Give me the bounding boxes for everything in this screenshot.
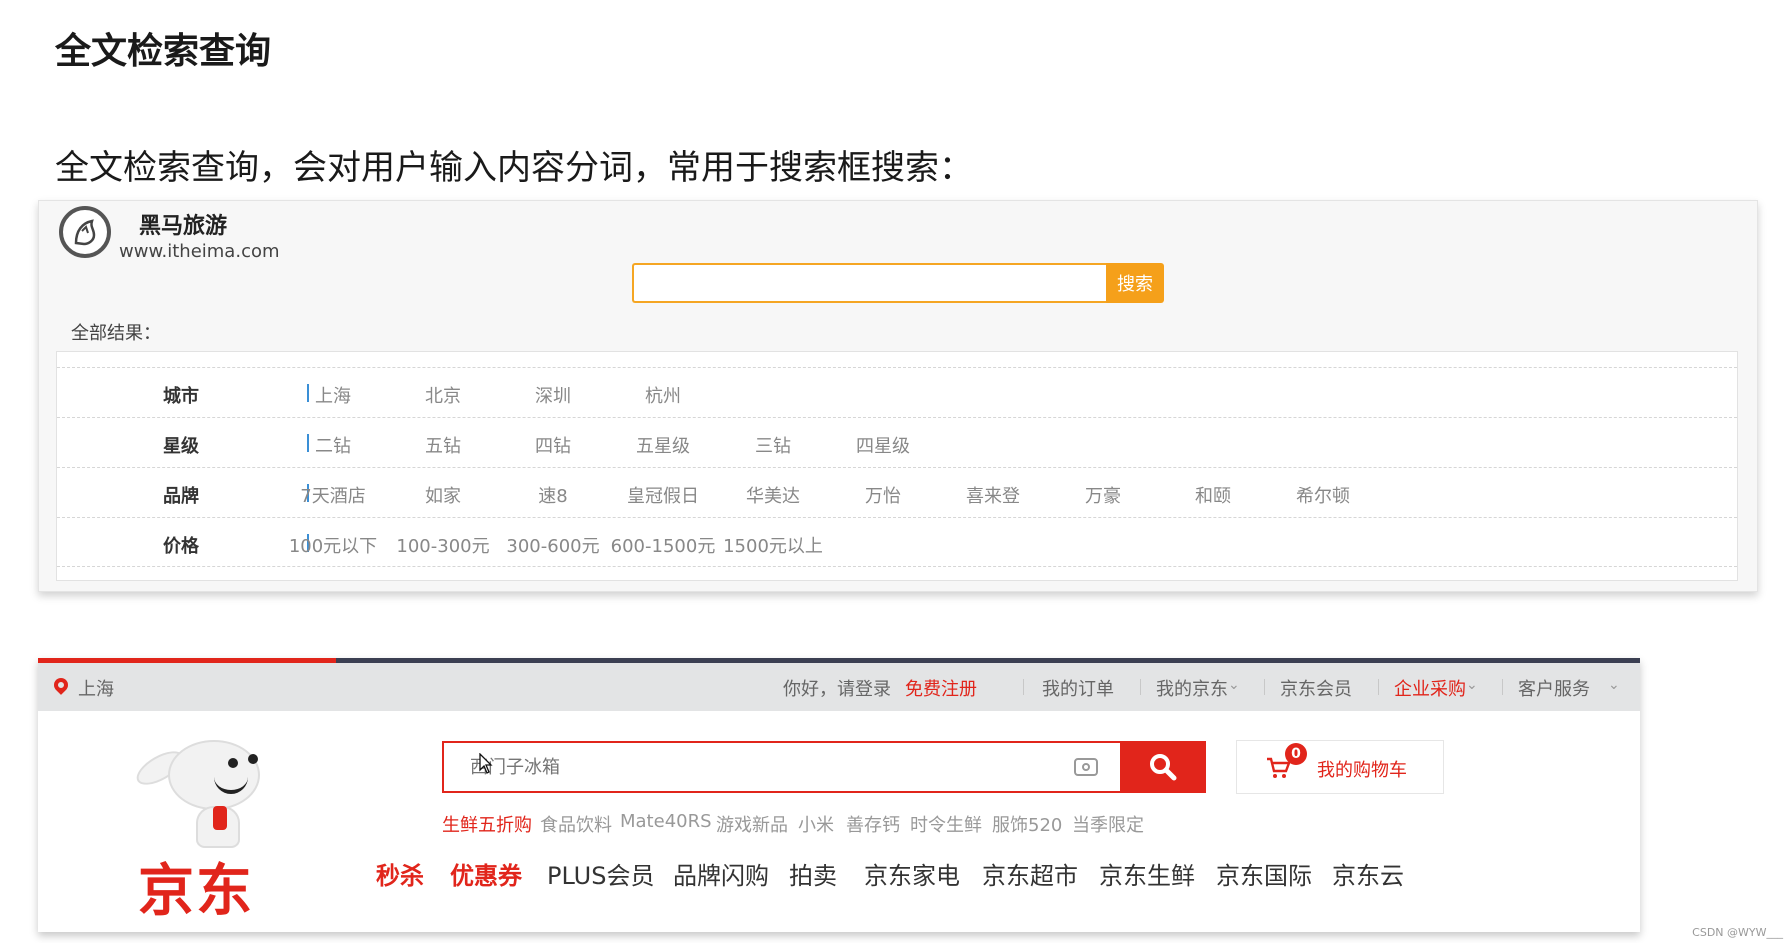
search-icon [1150,754,1177,781]
main-nav-item[interactable]: 京东生鲜 [1099,856,1195,891]
filter-option[interactable]: 300-600元 [498,532,608,558]
heima-search-button[interactable]: 搜索 [1106,263,1164,303]
jd-mascot-eye [228,758,238,768]
filter-option[interactable]: 二钻 [278,432,388,458]
divider [1378,679,1379,695]
main-nav-item[interactable]: 京东云 [1332,856,1404,891]
filter-option[interactable]: 希尔顿 [1268,482,1378,508]
hotword-link[interactable]: Mate40RS [620,811,712,832]
jd-logo[interactable]: 京东 [138,846,254,927]
filter-option[interactable]: 和颐 [1158,482,1268,508]
filter-option[interactable]: 五星级 [608,432,718,458]
hotword-link[interactable]: 时令生鲜 [910,811,982,837]
jd-vip-link[interactable]: 京东会员 [1280,675,1352,701]
filter-label: 价格 [163,536,199,557]
filter-option[interactable]: 三钻 [718,432,828,458]
main-nav-item[interactable]: 优惠券 [450,856,522,891]
filter-option[interactable]: 深圳 [498,382,608,408]
filter-label: 城市 [163,386,199,407]
jd-mascot-scarf [213,806,227,830]
divider [1023,679,1024,695]
filter-label: 品牌 [163,486,199,507]
hotword-link[interactable]: 小米 [798,811,834,837]
hotword-link[interactable]: 服饰520 [992,811,1062,837]
heima-url: www.itheima.com [119,241,280,262]
heima-search-panel: 黑马旅游 www.itheima.com 搜索 全部结果： 城市 上海 北京 深… [38,200,1758,592]
filter-row-price: 价格 100元以下 100-300元 300-600元 600-1500元 15… [57,517,1737,567]
filter-option[interactable]: 上海 [278,382,388,408]
filter-option[interactable]: 如家 [388,482,498,508]
divider [1140,679,1141,695]
page-title: 全文检索查询 [55,31,272,72]
filter-label: 星级 [163,436,199,457]
jd-search-button[interactable] [1120,741,1206,793]
filter-option[interactable]: 600-1500元 [608,532,718,558]
register-link[interactable]: 免费注册 [905,675,977,701]
hotword-link[interactable]: 游戏新品 [716,811,788,837]
login-link[interactable]: 你好，请登录 [783,675,891,701]
main-nav-item[interactable]: 京东国际 [1216,856,1312,891]
hotword-link[interactable]: 生鲜五折购 [442,811,532,837]
cart-count-badge: 0 [1285,743,1307,765]
divider [1264,679,1265,695]
filter-option[interactable]: 四钻 [498,432,608,458]
shopping-cart-button[interactable]: 0 我的购物车 [1236,740,1444,794]
filter-option[interactable]: 皇冠假日 [608,482,718,508]
filter-option[interactable]: 杭州 [608,382,718,408]
main-nav-item[interactable]: 拍卖 [789,856,837,891]
filter-option[interactable]: 华美达 [718,482,828,508]
heima-brand-name: 黑马旅游 [139,214,228,239]
filter-option[interactable]: 速8 [498,482,608,508]
camera-icon[interactable] [1074,758,1098,776]
location-pin-icon [51,675,71,695]
results-label: 全部结果： [71,323,161,344]
my-orders-link[interactable]: 我的订单 [1042,675,1114,701]
filter-option[interactable]: 7天酒店 [278,482,388,508]
main-nav-item[interactable]: 品牌闪购 [673,856,769,891]
jd-search-input[interactable] [442,741,1120,793]
watermark: CSDN @WYW___ [1692,926,1783,939]
hotword-link[interactable]: 食品饮料 [540,811,612,837]
divider [1502,679,1503,695]
filter-option[interactable]: 北京 [388,382,498,408]
filter-option[interactable]: 喜来登 [938,482,1048,508]
filter-option[interactable]: 五钻 [388,432,498,458]
jd-mascot-eye [248,754,258,764]
customer-service-link[interactable]: 客户服务 [1518,675,1590,701]
main-nav-item[interactable]: PLUS会员 [547,856,654,891]
main-nav-item[interactable]: 秒杀 [376,856,424,891]
filter-row-star: 星级 二钻 五钻 四钻 五星级 三钻 四星级 [57,417,1737,467]
jd-top-bar: 上海 你好，请登录 免费注册 我的订单 我的京东 ⌄ 京东会员 企业采购 ⌄ 客… [38,663,1640,711]
filter-option[interactable]: 100-300元 [388,532,498,558]
hotword-link[interactable]: 当季限定 [1072,811,1144,837]
filter-row-brand: 品牌 7天酒店 如家 速8 皇冠假日 华美达 万怡 喜来登 万豪 和颐 希尔顿 [57,467,1737,517]
jd-search-panel: 上海 你好，请登录 免费注册 我的订单 我的京东 ⌄ 京东会员 企业采购 ⌄ 客… [38,658,1640,932]
hotword-link[interactable]: 善存钙 [846,811,900,837]
my-jd-link[interactable]: 我的京东 [1156,675,1228,701]
enterprise-link[interactable]: 企业采购 [1394,675,1466,701]
chevron-down-icon: ⌄ [1466,677,1478,693]
location-selector[interactable]: 上海 [78,675,114,701]
cart-label: 我的购物车 [1317,760,1407,781]
main-nav-item[interactable]: 京东超市 [982,856,1078,891]
filter-option[interactable]: 万怡 [828,482,938,508]
mouse-cursor-icon [479,753,493,774]
filter-box: 城市 上海 北京 深圳 杭州 星级 二钻 五钻 四钻 五星级 三钻 四星级 品牌… [56,351,1738,581]
heima-search-input[interactable] [632,263,1106,303]
filter-option[interactable]: 100元以下 [278,532,388,558]
jd-mascot-icon[interactable] [168,740,260,810]
page-description: 全文检索查询，会对用户输入内容分词，常用于搜索框搜索： [55,148,973,188]
horse-logo-icon [59,206,111,258]
main-nav-item[interactable]: 京东家电 [864,856,960,891]
chevron-down-icon: ⌄ [1228,677,1240,693]
filter-option[interactable]: 四星级 [828,432,938,458]
filter-option[interactable]: 万豪 [1048,482,1158,508]
chevron-down-icon: ⌄ [1608,677,1620,693]
filter-option[interactable]: 1500元以上 [718,532,828,558]
filter-row-city: 城市 上海 北京 深圳 杭州 [57,367,1737,417]
